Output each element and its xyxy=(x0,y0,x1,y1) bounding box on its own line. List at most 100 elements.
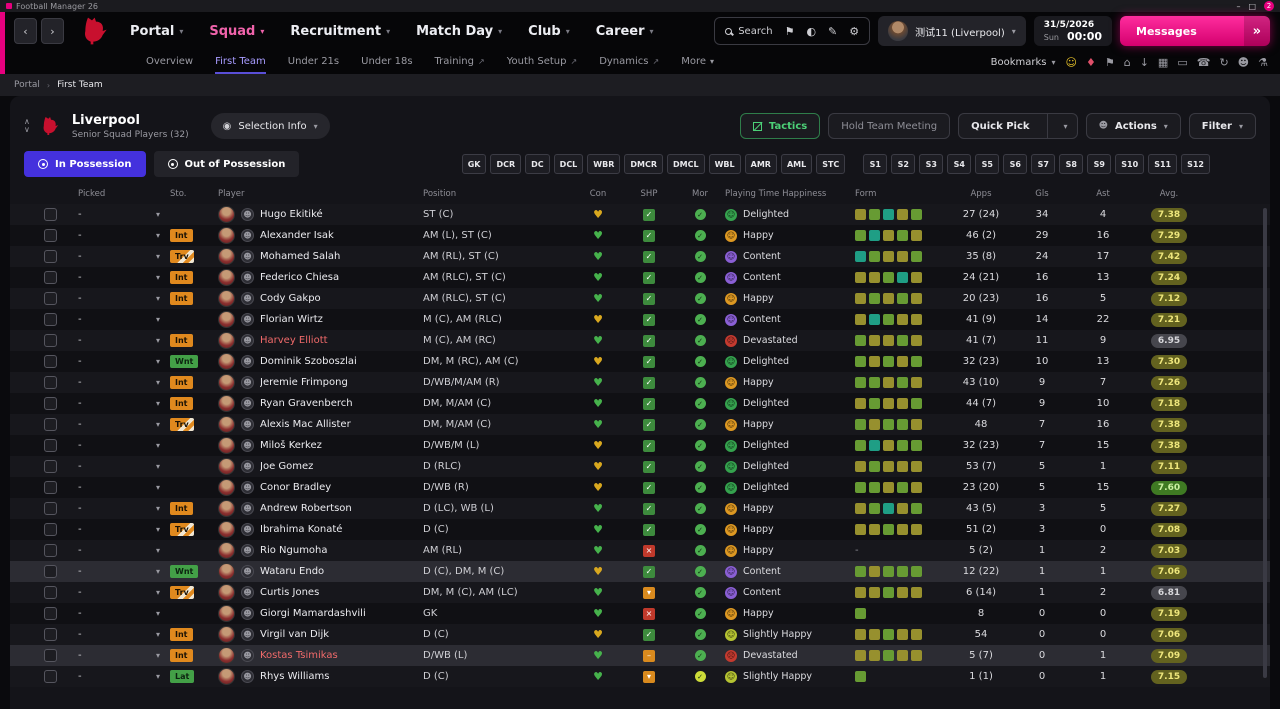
picked-dropdown[interactable]: - ▾ xyxy=(78,524,170,535)
table-row[interactable]: - ▾ ☻ Giorgi Mamardashvili GK ♥ × ✓ ☺ Happy 8 0 0 7.1… xyxy=(10,603,1270,624)
player-profile-icon[interactable]: ☻ xyxy=(241,586,254,599)
display-mode-icon[interactable]: ◐ xyxy=(806,25,816,38)
position-filter-wbr[interactable]: WBR xyxy=(587,154,621,174)
menu-club[interactable]: Club ▾ xyxy=(528,24,570,39)
player-name[interactable]: Ryan Gravenberch xyxy=(260,398,353,409)
subnav-item-under-18s[interactable]: Under 18s xyxy=(361,50,412,74)
player-name[interactable]: Alexis Mac Allister xyxy=(260,419,351,430)
row-checkbox[interactable] xyxy=(44,565,57,578)
col-header-player[interactable]: Player xyxy=(218,189,423,199)
row-checkbox[interactable] xyxy=(44,670,57,683)
subnav-item-youth-setup[interactable]: Youth Setup ↗ xyxy=(507,50,577,74)
maximize-icon[interactable]: □ xyxy=(1248,2,1256,11)
picked-dropdown[interactable]: - ▾ xyxy=(78,440,170,451)
subnav-item-under-21s[interactable]: Under 21s xyxy=(288,50,339,74)
player-name[interactable]: Miloš Kerkez xyxy=(260,440,322,451)
position-filter-s9[interactable]: S9 xyxy=(1087,154,1112,174)
player-profile-icon[interactable]: ☻ xyxy=(241,439,254,452)
subnav-item-more[interactable]: More ▾ xyxy=(681,50,714,74)
row-checkbox[interactable] xyxy=(44,649,57,662)
row-checkbox[interactable] xyxy=(44,376,57,389)
player-profile-icon[interactable]: ☻ xyxy=(241,607,254,620)
col-header-form[interactable]: Form xyxy=(855,189,950,199)
player-profile-icon[interactable]: ☻ xyxy=(241,208,254,221)
table-row[interactable]: - ▾ Int ☻ Jeremie Frimpong D/WB/M/AM (R) ♥ ✓ ✓ ☺ H… xyxy=(10,372,1270,393)
player-name[interactable]: Curtis Jones xyxy=(260,587,319,598)
table-row[interactable]: - ▾ ☻ Rio Ngumoha AM (RL) ♥ × ✓ ☺ Happy -5 (2) 1 2 7.… xyxy=(10,540,1270,561)
row-checkbox[interactable] xyxy=(44,460,57,473)
col-header-apps[interactable]: Apps xyxy=(950,189,1012,199)
player-profile-icon[interactable]: ☻ xyxy=(241,397,254,410)
row-checkbox[interactable] xyxy=(44,502,57,515)
row-checkbox[interactable] xyxy=(44,334,57,347)
col-header-happiness[interactable]: Playing Time Happiness xyxy=(725,189,855,199)
selection-info-dropdown[interactable]: ◉ Selection Info ▾ xyxy=(210,113,330,139)
player-name[interactable]: Joe Gomez xyxy=(260,461,313,472)
picked-dropdown[interactable]: - ▾ xyxy=(78,230,170,241)
player-name[interactable]: Hugo Ekitiké xyxy=(260,209,323,220)
player-profile-icon[interactable]: ☻ xyxy=(241,292,254,305)
row-checkbox[interactable] xyxy=(44,229,57,242)
table-row[interactable]: - ▾ Int ☻ Harvey Elliott M (C), AM (RC) ♥ ✓ ✓ ☹ De… xyxy=(10,330,1270,351)
picked-dropdown[interactable]: - ▾ xyxy=(78,398,170,409)
picked-dropdown[interactable]: - ▾ xyxy=(78,587,170,598)
row-checkbox[interactable] xyxy=(44,292,57,305)
social-icon[interactable]: ☻ xyxy=(1238,56,1249,69)
tab-out-of-possession[interactable]: Out of Possession xyxy=(153,151,300,177)
player-name[interactable]: Wataru Endo xyxy=(260,566,324,577)
position-filter-dc[interactable]: DC xyxy=(525,154,550,174)
position-filter-s3[interactable]: S3 xyxy=(919,154,944,174)
row-checkbox[interactable] xyxy=(44,313,57,326)
table-row[interactable]: - ▾ ☻ Conor Bradley D/WB (R) ♥ ✓ ✓ ☺ Delighted 23 … xyxy=(10,477,1270,498)
position-filter-amr[interactable]: AMR xyxy=(744,154,777,174)
position-filter-s5[interactable]: S5 xyxy=(975,154,1000,174)
manager-profile-icon[interactable]: ☺ xyxy=(1066,56,1077,69)
row-checkbox[interactable] xyxy=(44,418,57,431)
tab-in-possession[interactable]: In Possession xyxy=(24,151,146,177)
table-row[interactable]: - ▾ Lat ☻ Rhys Williams D (C) ♥ ▾ ✓ ☺ Slightly Hap… xyxy=(10,666,1270,687)
download-icon[interactable]: ↓ xyxy=(1140,56,1149,69)
col-header-picked[interactable]: Picked xyxy=(78,189,170,199)
position-filter-aml[interactable]: AML xyxy=(780,154,813,174)
picked-dropdown[interactable]: - ▾ xyxy=(78,251,170,262)
phone-icon[interactable]: ☎ xyxy=(1197,56,1211,69)
player-profile-icon[interactable]: ☻ xyxy=(241,649,254,662)
table-row[interactable]: - ▾ ☻ Miloš Kerkez D/WB/M (L) ♥ ✓ ✓ ☺ Delighted 32… xyxy=(10,435,1270,456)
picked-dropdown[interactable]: - ▾ xyxy=(78,209,170,220)
row-checkbox[interactable] xyxy=(44,544,57,557)
table-row[interactable]: - ▾ Trv ☻ Curtis Jones DM, M (C), AM (LC) ♥ ▾ ✓ ☺… xyxy=(10,582,1270,603)
subnav-item-dynamics[interactable]: Dynamics ↗ xyxy=(599,50,659,74)
quick-pick-button[interactable]: Quick Pick ▾ xyxy=(958,113,1078,139)
row-checkbox[interactable] xyxy=(44,208,57,221)
minimize-icon[interactable]: – xyxy=(1236,2,1240,11)
home-icon[interactable]: ⌂ xyxy=(1124,56,1131,69)
player-name[interactable]: Kostas Tsimikas xyxy=(260,650,338,661)
col-header-con[interactable]: Con xyxy=(573,189,623,199)
trophy-icon[interactable]: ⚑ xyxy=(1105,56,1115,69)
picked-dropdown[interactable]: - ▾ xyxy=(78,356,170,367)
picked-dropdown[interactable]: - ▾ xyxy=(78,272,170,283)
picked-dropdown[interactable]: - ▾ xyxy=(78,650,170,661)
picked-dropdown[interactable]: - ▾ xyxy=(78,482,170,493)
menu-career[interactable]: Career ▾ xyxy=(596,24,654,39)
row-checkbox[interactable] xyxy=(44,397,57,410)
player-profile-icon[interactable]: ☻ xyxy=(241,355,254,368)
position-filter-s4[interactable]: S4 xyxy=(947,154,972,174)
picked-dropdown[interactable]: - ▾ xyxy=(78,629,170,640)
position-filter-dcr[interactable]: DCR xyxy=(490,154,522,174)
row-checkbox[interactable] xyxy=(44,439,57,452)
subnav-item-first-team[interactable]: First Team xyxy=(215,50,266,74)
collapse-toggle[interactable]: ∧ ∨ xyxy=(24,118,30,134)
bookmarks-dropdown[interactable]: Bookmarks ▾ xyxy=(991,57,1056,68)
forward-button[interactable]: › xyxy=(41,18,64,44)
player-name[interactable]: Conor Bradley xyxy=(260,482,331,493)
player-name[interactable]: Virgil van Dijk xyxy=(260,629,329,640)
row-checkbox[interactable] xyxy=(44,481,57,494)
table-row[interactable]: - ▾ Wnt ☻ Wataru Endo D (C), DM, M (C) ♥ ✓ ✓ ☺ Con… xyxy=(10,561,1270,582)
picked-dropdown[interactable]: - ▾ xyxy=(78,671,170,682)
tactics-button[interactable]: Tactics xyxy=(739,113,821,139)
sync-icon[interactable]: ↻ xyxy=(1219,56,1228,69)
player-profile-icon[interactable]: ☻ xyxy=(241,418,254,431)
game-date[interactable]: 31/5/2026 Sun 00:00 xyxy=(1033,16,1112,46)
player-profile-icon[interactable]: ☻ xyxy=(241,334,254,347)
